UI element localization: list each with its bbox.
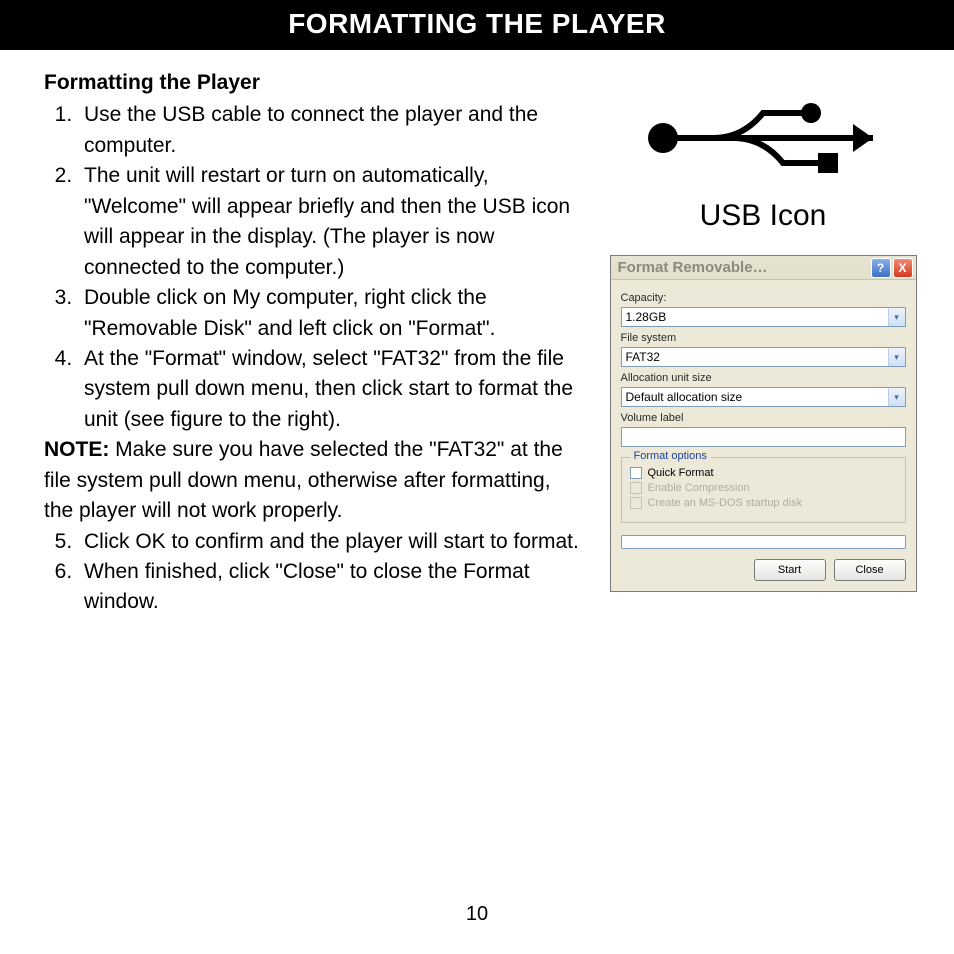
note-label: NOTE: [44, 438, 109, 461]
filesystem-dropdown[interactable]: FAT32 ▾ [621, 347, 906, 367]
alloc-value: Default allocation size [622, 390, 888, 404]
usb-figure: USB Icon [623, 68, 903, 255]
instructions-column: Formatting the Player Use the USB cable … [44, 68, 584, 618]
format-options-group: Format options Quick Format Enable Compr… [621, 457, 906, 523]
progress-bar [621, 535, 906, 549]
enable-compression-row: Enable Compression [630, 482, 897, 494]
dialog-body: Capacity: 1.28GB ▾ File system FAT32 ▾ A… [611, 280, 916, 591]
help-button[interactable]: ? [871, 258, 891, 278]
format-dialog: Format Removable… ? X Capacity: 1.28GB ▾… [610, 255, 917, 592]
note-paragraph: NOTE: Make sure you have selected the "F… [44, 435, 584, 526]
usb-icon [623, 68, 903, 188]
section-subheading: Formatting the Player [44, 68, 584, 98]
close-button[interactable]: X [893, 258, 913, 278]
checkbox-icon [630, 497, 642, 509]
capacity-value: 1.28GB [622, 310, 888, 324]
filesystem-label: File system [621, 332, 906, 344]
dialog-title: Format Removable… [618, 259, 869, 276]
chevron-down-icon: ▾ [888, 308, 905, 326]
close-dialog-button[interactable]: Close [834, 559, 906, 581]
page-number: 10 [0, 903, 954, 926]
enable-compression-label: Enable Compression [648, 482, 750, 494]
filesystem-value: FAT32 [622, 350, 888, 364]
msdos-row: Create an MS-DOS startup disk [630, 497, 897, 509]
dialog-button-row: Start Close [621, 559, 906, 581]
content-row: Formatting the Player Use the USB cable … [0, 50, 954, 618]
usb-caption: USB Icon [623, 199, 903, 233]
step-3: Double click on My computer, right click… [78, 283, 584, 344]
start-button[interactable]: Start [754, 559, 826, 581]
checkbox-icon [630, 467, 642, 479]
step-1: Use the USB cable to connect the player … [78, 100, 584, 161]
alloc-label: Allocation unit size [621, 372, 906, 384]
alloc-dropdown[interactable]: Default allocation size ▾ [621, 387, 906, 407]
step-list: Use the USB cable to connect the player … [50, 100, 584, 435]
capacity-label: Capacity: [621, 292, 906, 304]
chevron-down-icon: ▾ [888, 388, 905, 406]
note-text: Make sure you have selected the "FAT32" … [44, 438, 563, 522]
capacity-dropdown[interactable]: 1.28GB ▾ [621, 307, 906, 327]
step-list-cont: Click OK to confirm and the player will … [50, 527, 584, 618]
page-title-bar: FORMATTING THE PLAYER [0, 0, 954, 50]
step-2: The unit will restart or turn on automat… [78, 161, 584, 283]
quick-format-label: Quick Format [648, 467, 714, 479]
step-5: Click OK to confirm and the player will … [78, 527, 584, 557]
figure-column: USB Icon Format Removable… ? X Capacity:… [602, 68, 924, 618]
quick-format-row[interactable]: Quick Format [630, 467, 897, 479]
chevron-down-icon: ▾ [888, 348, 905, 366]
checkbox-icon [630, 482, 642, 494]
step-6: When finished, click "Close" to close th… [78, 557, 584, 618]
format-options-legend: Format options [630, 450, 711, 462]
volume-label: Volume label [621, 412, 906, 424]
msdos-label: Create an MS-DOS startup disk [648, 497, 803, 509]
step-4: At the "Format" window, select "FAT32" f… [78, 344, 584, 435]
dialog-titlebar: Format Removable… ? X [611, 256, 916, 280]
volume-input[interactable] [621, 427, 906, 447]
